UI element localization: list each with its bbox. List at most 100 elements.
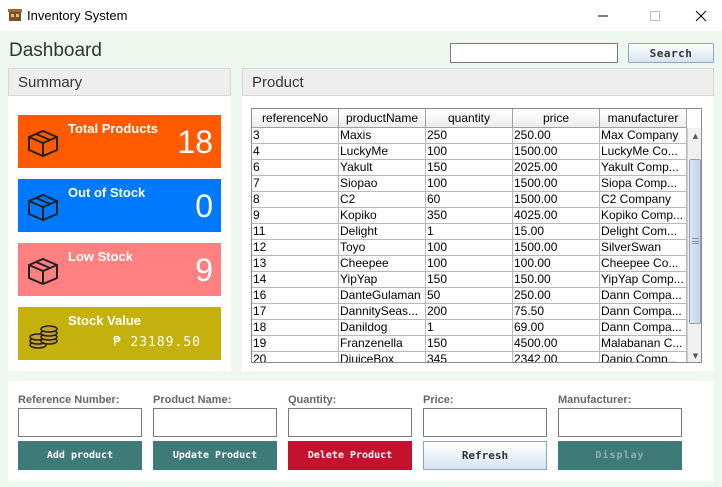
refresh-button[interactable]: Refresh <box>423 441 547 470</box>
card-label: Out of Stock <box>68 185 146 200</box>
table-row[interactable]: 14 YipYap 150 150.00 YipYap Comp... <box>252 272 687 288</box>
low-stock-card: Low Stock 9 <box>18 243 221 296</box>
column-header[interactable]: price <box>513 109 600 128</box>
table-cell: 1500.00 <box>513 192 600 208</box>
vertical-scrollbar[interactable]: ▲ ▼ <box>687 128 701 362</box>
stock-value-card: Stock Value ₱ 23189.50 <box>18 307 221 360</box>
table-cell: Danildog <box>339 320 426 336</box>
card-label: Stock Value <box>68 313 141 328</box>
manufacturer-input[interactable] <box>558 408 682 437</box>
scroll-down-icon[interactable]: ▼ <box>688 348 701 362</box>
table-cell: 14 <box>252 272 339 288</box>
product-header: Product <box>242 68 714 96</box>
table-cell: 12 <box>252 240 339 256</box>
table-cell: 250 <box>426 128 513 144</box>
maximize-button[interactable] <box>632 0 678 31</box>
quantity-input[interactable] <box>288 408 412 437</box>
total-products-card: Total Products 18 <box>18 115 221 168</box>
scroll-thumb[interactable] <box>689 159 701 324</box>
table-cell: Dann Compa... <box>600 304 687 320</box>
product-name-label: Product Name: <box>153 394 232 406</box>
product-panel: referenceNo productName quantity price m… <box>242 96 714 371</box>
update-product-button[interactable]: Update Product <box>153 441 277 470</box>
app-icon <box>8 9 22 21</box>
reference-input[interactable] <box>18 408 142 437</box>
table-row[interactable]: 11 Delight 1 15.00 Delight Com... <box>252 224 687 240</box>
table-row[interactable]: 9 Kopiko 350 4025.00 Kopiko Comp... <box>252 208 687 224</box>
table-cell: Maxis <box>339 128 426 144</box>
table-row[interactable]: 7 Siopao 100 1500.00 Siopa Comp... <box>252 176 687 192</box>
table-row[interactable]: 8 C2 60 1500.00 C2 Company <box>252 192 687 208</box>
table-row[interactable]: 12 Toyo 100 1500.00 SilverSwan <box>252 240 687 256</box>
search-button[interactable]: Search <box>628 43 714 63</box>
card-value: ₱ 23189.50 <box>112 335 201 350</box>
table-body: 3 Maxis 250 250.00 Max Company 4 LuckyMe 100 150… <box>252 128 687 362</box>
close-button[interactable] <box>678 0 722 31</box>
table-cell: Cheepee <box>339 256 426 272</box>
table-row[interactable]: 6 Yakult 150 2025.00 Yakult Comp... <box>252 160 687 176</box>
product-name-input[interactable] <box>153 408 277 437</box>
table-cell: 100.00 <box>513 256 600 272</box>
table-row[interactable]: 17 DannitySeas... 200 75.50 Dann Compa... <box>252 304 687 320</box>
column-header[interactable]: referenceNo <box>252 109 339 128</box>
table-cell: Yakult <box>339 160 426 176</box>
table-cell: 1 <box>426 224 513 240</box>
table-cell: 18 <box>252 320 339 336</box>
table-row[interactable]: 19 Franzenella 150 4500.00 Malabanan C... <box>252 336 687 352</box>
table-row[interactable]: 20 DjuiceBox 345 2342.00 Danjo Comp... <box>252 352 687 362</box>
product-form: Reference Number: Product Name: Quantity… <box>8 381 714 481</box>
table-cell: 16 <box>252 288 339 304</box>
table-row[interactable]: 18 Danildog 1 69.00 Dann Compa... <box>252 320 687 336</box>
minimize-button[interactable] <box>580 0 626 31</box>
table-cell: Toyo <box>339 240 426 256</box>
table-cell: Delight <box>339 224 426 240</box>
table-cell: 150 <box>426 272 513 288</box>
column-header[interactable]: productName <box>339 109 426 128</box>
card-value: 0 <box>195 188 213 224</box>
table-cell: LuckyMe <box>339 144 426 160</box>
coins-icon <box>29 325 58 349</box>
search-input[interactable] <box>450 43 618 63</box>
card-value: 18 <box>177 124 213 160</box>
minimize-icon <box>598 15 608 16</box>
table-cell: 100 <box>426 176 513 192</box>
table-cell: DjuiceBox <box>339 352 426 362</box>
table-row[interactable]: 16 DanteGulaman 50 250.00 Dann Compa... <box>252 288 687 304</box>
page-title: Dashboard <box>9 40 102 61</box>
table-cell: 250.00 <box>513 288 600 304</box>
card-value: 9 <box>195 252 213 288</box>
table-cell: Malabanan C... <box>600 336 687 352</box>
delete-product-button[interactable]: Delete Product <box>288 441 412 470</box>
table-cell: Yakult Comp... <box>600 160 687 176</box>
table-cell: 250.00 <box>513 128 600 144</box>
table-row[interactable]: 3 Maxis 250 250.00 Max Company <box>252 128 687 144</box>
table-row[interactable]: 4 LuckyMe 100 1500.00 LuckyMe Co... <box>252 144 687 160</box>
table-cell: YipYap <box>339 272 426 288</box>
display-button[interactable]: Display <box>558 441 682 470</box>
table-cell: Delight Com... <box>600 224 687 240</box>
table-cell: DannitySeas... <box>339 304 426 320</box>
column-header[interactable]: manufacturer <box>600 109 687 128</box>
box-icon <box>28 257 58 285</box>
table-cell: 8 <box>252 192 339 208</box>
table-cell: 100 <box>426 256 513 272</box>
table-cell: 60 <box>426 192 513 208</box>
add-product-button[interactable]: Add product <box>18 441 142 470</box>
table-cell: Dann Compa... <box>600 288 687 304</box>
scroll-up-icon[interactable]: ▲ <box>688 128 701 143</box>
summary-header: Summary <box>8 68 231 96</box>
manufacturer-label: Manufacturer: <box>558 394 632 406</box>
table-cell: 50 <box>426 288 513 304</box>
table-row[interactable]: 13 Cheepee 100 100.00 Cheepee Co... <box>252 256 687 272</box>
title-bar: Inventory System <box>0 0 722 31</box>
product-table[interactable]: referenceNo productName quantity price m… <box>251 108 702 363</box>
table-cell: DanteGulaman <box>339 288 426 304</box>
quantity-label: Quantity: <box>288 394 337 406</box>
table-cell: 100 <box>426 144 513 160</box>
column-header[interactable]: quantity <box>426 109 513 128</box>
table-cell: 11 <box>252 224 339 240</box>
table-cell: 1 <box>426 320 513 336</box>
price-input[interactable] <box>423 408 547 437</box>
table-cell: 150 <box>426 336 513 352</box>
table-cell: 17 <box>252 304 339 320</box>
